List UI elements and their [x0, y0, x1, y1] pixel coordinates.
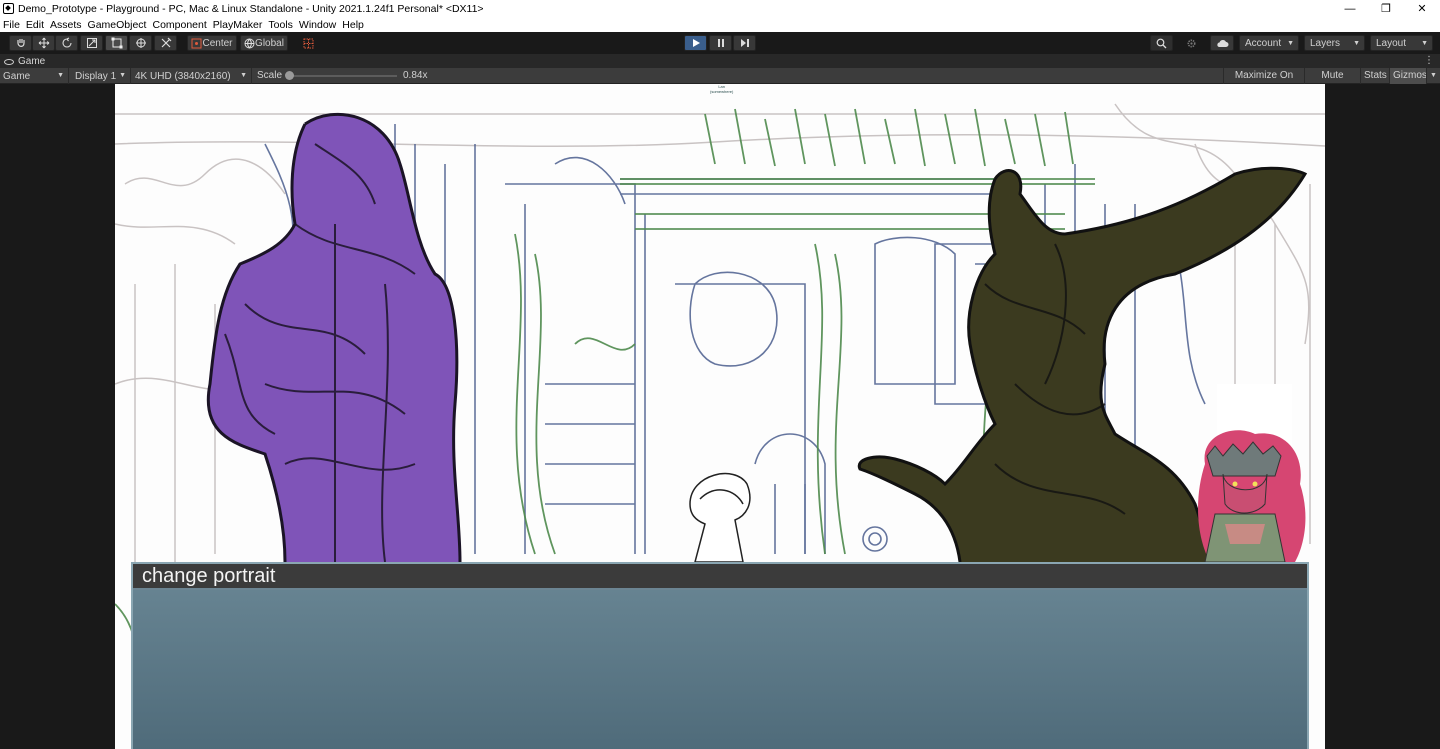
menu-help[interactable]: Help [339, 19, 367, 31]
gear-icon [1187, 38, 1196, 48]
gizmos-dropdown-arrow[interactable]: ▼ [1426, 68, 1440, 84]
account-dropdown[interactable]: Account ▼ [1239, 35, 1299, 51]
restore-button[interactable]: ❐ [1368, 0, 1404, 17]
scale-label: Scale [257, 70, 283, 81]
transform-icon [135, 38, 146, 48]
location-subtitle: (somewhere) [710, 89, 734, 94]
view-mode-label: Game [3, 70, 31, 82]
layout-dropdown[interactable]: Layout ▼ [1370, 35, 1433, 51]
grid-snap-icon [303, 38, 313, 48]
chevron-down-icon: ▼ [119, 72, 126, 79]
pause-button[interactable] [709, 35, 732, 51]
layout-label: Layout [1376, 37, 1407, 49]
play-button[interactable] [684, 35, 707, 51]
menu-tools[interactable]: Tools [265, 19, 296, 31]
pivot-icon [191, 38, 202, 48]
transform-tool-button[interactable] [129, 35, 152, 51]
pivot-label: Center [202, 37, 233, 49]
rect-tool-button[interactable] [105, 35, 128, 51]
more-options-icon[interactable]: ⋮ [1424, 55, 1434, 66]
play-icon [692, 39, 700, 47]
maximize-on-play-toggle[interactable]: Maximize On Play [1223, 68, 1304, 97]
layers-label: Layers [1310, 37, 1341, 49]
cloud-icon [1216, 40, 1228, 47]
scale-value: 0.84x [403, 70, 428, 81]
custom-tool-button[interactable] [154, 35, 177, 51]
rotate-icon [61, 37, 72, 48]
account-label: Account [1245, 37, 1282, 49]
main-toolbar: Center Global Account ▼ Layers ▼ Layout … [0, 32, 1440, 54]
mute-audio-toggle[interactable]: Mute Audio [1304, 68, 1360, 97]
space-global-toggle[interactable]: Global [240, 35, 288, 51]
step-button[interactable] [733, 35, 756, 51]
layers-dropdown[interactable]: Layers ▼ [1304, 35, 1365, 51]
game-view-icon [4, 58, 14, 65]
window-title: Demo_Prototype - Playground - PC, Mac & … [18, 2, 484, 15]
view-mode-dropdown[interactable]: Game ▼ [0, 68, 69, 84]
pause-icon [717, 39, 724, 47]
gizmos-toggle[interactable]: Gizmos [1389, 68, 1427, 84]
move-icon [38, 37, 49, 49]
rect-transform-icon [111, 37, 122, 49]
search-icon [1156, 38, 1167, 48]
purple-character [206, 112, 462, 563]
cloud-button[interactable] [1210, 35, 1234, 51]
game-scene: Lan (somewhere) change portrait [115, 84, 1325, 749]
chevron-down-icon: ▼ [1287, 40, 1294, 47]
window-controls: — ❐ ✕ [1332, 0, 1440, 17]
scale-slider-thumb[interactable] [285, 71, 294, 80]
tab-game[interactable]: Game [4, 55, 45, 68]
scale-tool-button[interactable] [80, 35, 103, 51]
chevron-down-icon: ▼ [57, 72, 64, 79]
menu-playmaker[interactable]: PlayMaker [210, 19, 266, 31]
portrait-character [1198, 384, 1306, 563]
menu-component[interactable]: Component [149, 19, 209, 31]
stats-toggle[interactable]: Stats [1360, 68, 1389, 84]
tab-bar: Game ⋮ [0, 54, 1440, 68]
scene-location-label: Lan (somewhere) [710, 84, 733, 94]
search-button[interactable] [1150, 35, 1173, 51]
scale-icon [86, 38, 97, 48]
unity-logo-icon [3, 3, 14, 14]
resolution-label: 4K UHD (3840x2160) [135, 70, 231, 82]
pivot-center-toggle[interactable]: Center [187, 35, 237, 51]
resolution-dropdown[interactable]: 4K UHD (3840x2160) ▼ [131, 68, 252, 84]
minimize-button[interactable]: — [1332, 0, 1368, 17]
display-dropdown[interactable]: Display 1 ▼ [71, 68, 131, 84]
game-view-toolbar: Game ▼ Display 1 ▼ 4K UHD (3840x2160) ▼ … [0, 68, 1440, 97]
small-sketch-character [689, 473, 751, 563]
collab-button[interactable] [1180, 35, 1203, 51]
space-label: Global [255, 37, 284, 49]
dialogue-box[interactable]: change portrait [131, 562, 1309, 749]
dialogue-speaker-text: change portrait [142, 565, 276, 587]
hand-icon [16, 39, 25, 47]
chevron-down-icon: ▼ [240, 72, 247, 79]
menu-gameobject[interactable]: GameObject [85, 19, 150, 31]
menu-file[interactable]: File [0, 19, 23, 31]
hand-tool-button[interactable] [9, 35, 32, 51]
chevron-down-icon: ▼ [1353, 40, 1360, 47]
menu-assets[interactable]: Assets [47, 19, 85, 31]
tab-game-label: Game [18, 56, 46, 67]
title-bar: Demo_Prototype - Playground - PC, Mac & … [0, 0, 1440, 17]
globe-icon [244, 38, 255, 48]
step-icon [740, 39, 749, 47]
menu-window[interactable]: Window [296, 19, 339, 31]
game-viewport[interactable]: Lan (somewhere) change portrait [0, 84, 1440, 749]
move-tool-button[interactable] [32, 35, 55, 51]
menu-bar: File Edit Assets GameObject Component Pl… [0, 17, 1440, 32]
dialogue-header: change portrait [133, 564, 1307, 590]
rotate-tool-button[interactable] [55, 35, 78, 51]
scale-slider-track[interactable] [289, 75, 397, 77]
menu-edit[interactable]: Edit [23, 19, 47, 31]
chevron-down-icon: ▼ [1421, 40, 1428, 47]
tools-icon [161, 37, 171, 48]
close-button[interactable]: ✕ [1404, 0, 1440, 17]
display-label: Display 1 [75, 70, 117, 82]
grid-snap-button[interactable] [298, 35, 318, 51]
